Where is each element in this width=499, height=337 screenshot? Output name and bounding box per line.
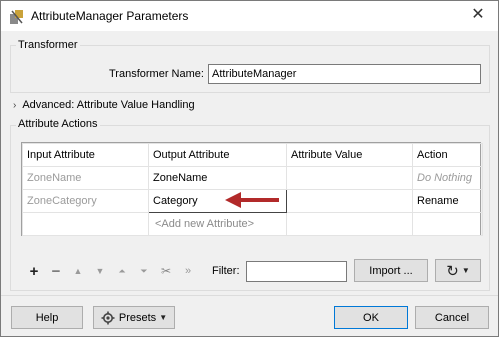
add-new-attribute-hint[interactable]: <Add new Attribute> xyxy=(148,212,287,236)
cancel-button[interactable]: Cancel xyxy=(415,306,489,329)
empty-cell xyxy=(412,212,483,236)
gear-icon xyxy=(101,311,115,324)
empty-cell xyxy=(22,212,149,236)
input-attribute-cell: ZoneName xyxy=(22,166,149,190)
filter-input[interactable] xyxy=(246,261,347,282)
attribute-actions-table: Input Attribute Output Attribute Attribu… xyxy=(21,142,483,236)
advanced-section-label: Advanced: Attribute Value Handling xyxy=(22,99,195,111)
parameters-dialog: AttributeManager Parameters ✕ Transforme… xyxy=(0,0,499,337)
move-up-icon[interactable]: ▲ xyxy=(67,266,89,276)
fme-app-icon xyxy=(10,10,23,24)
filter-label: Filter: xyxy=(212,265,240,277)
table-row[interactable]: ZoneName ZoneName Do Nothing xyxy=(22,166,483,190)
move-top-icon[interactable]: ⏶ xyxy=(111,266,133,277)
advanced-section-toggle[interactable]: › Advanced: Attribute Value Handling xyxy=(13,99,195,111)
transformer-name-input[interactable]: AttributeManager xyxy=(208,64,481,84)
input-attribute-cell: ZoneCategory xyxy=(22,189,149,213)
presets-label: Presets xyxy=(118,311,157,324)
chevron-right-icon: › xyxy=(13,99,17,111)
move-down-icon[interactable]: ▼ xyxy=(89,266,111,276)
help-button[interactable]: Help xyxy=(11,306,83,329)
cut-icon[interactable]: ✂ xyxy=(155,264,177,278)
footer-divider xyxy=(1,295,498,296)
empty-cell xyxy=(286,212,413,236)
move-bottom-icon[interactable]: ⏷ xyxy=(133,266,155,277)
plus-icon[interactable]: + xyxy=(23,263,45,280)
action-cell[interactable]: Do Nothing xyxy=(412,166,483,190)
column-header-input[interactable]: Input Attribute xyxy=(22,143,149,167)
table-header-row: Input Attribute Output Attribute Attribu… xyxy=(22,143,483,167)
transformer-name-label: Transformer Name: xyxy=(109,68,204,80)
transformer-group-title: Transformer xyxy=(16,39,80,51)
chevron-down-icon: ▼ xyxy=(461,266,470,275)
refresh-button[interactable]: ↻ ▼ xyxy=(435,259,481,282)
refresh-icon: ↻ xyxy=(446,262,459,280)
ok-button[interactable]: OK xyxy=(334,306,408,329)
minus-icon[interactable]: − xyxy=(45,263,67,280)
window-title: AttributeManager Parameters xyxy=(31,9,189,23)
annotation-arrow xyxy=(225,192,279,208)
title-bar: AttributeManager Parameters ✕ xyxy=(1,1,498,31)
table-toolbar: + − ▲ ▼ ⏶ ⏷ ✂ » xyxy=(23,261,199,281)
close-icon[interactable]: ✕ xyxy=(468,5,488,25)
add-attribute-row[interactable]: <Add new Attribute> xyxy=(22,212,483,236)
column-header-value[interactable]: Attribute Value xyxy=(286,143,413,167)
expand-icon[interactable]: » xyxy=(177,265,199,277)
presets-button[interactable]: Presets ▼ xyxy=(93,306,175,329)
output-attribute-cell[interactable]: ZoneName xyxy=(148,166,287,190)
attribute-value-cell[interactable] xyxy=(286,189,413,213)
column-header-action[interactable]: Action xyxy=(412,143,483,167)
attribute-value-cell[interactable] xyxy=(286,166,413,190)
column-header-output[interactable]: Output Attribute xyxy=(148,143,287,167)
import-button[interactable]: Import ... xyxy=(354,259,428,282)
attribute-actions-group-title: Attribute Actions xyxy=(16,118,100,130)
action-cell[interactable]: Rename xyxy=(412,189,483,213)
chevron-down-icon: ▼ xyxy=(159,313,168,322)
